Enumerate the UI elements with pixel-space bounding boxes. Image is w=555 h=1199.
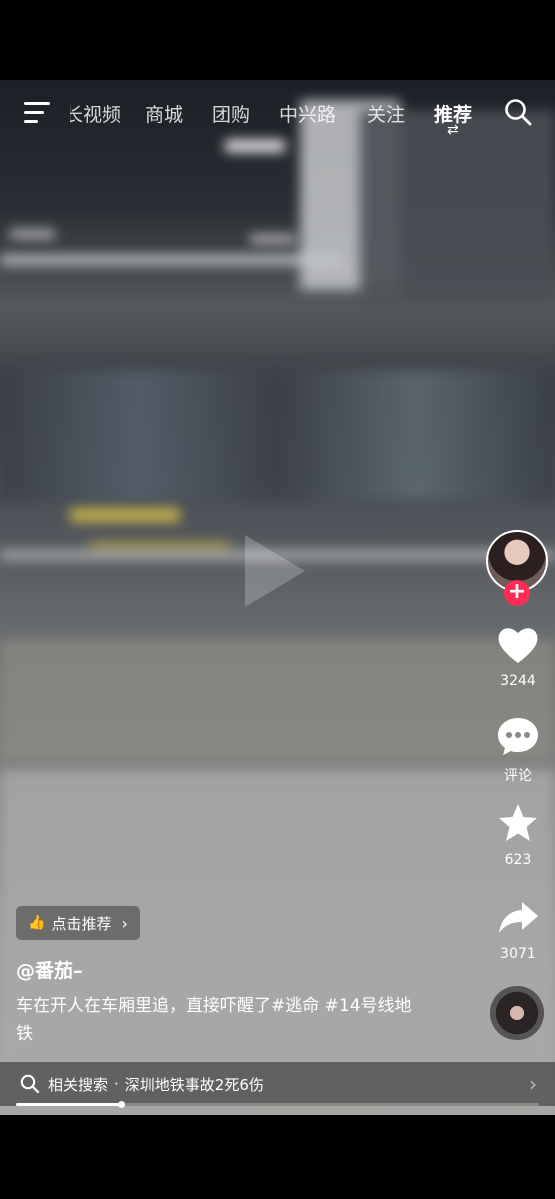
play-icon[interactable] <box>245 535 305 607</box>
progress-track[interactable] <box>16 1101 539 1108</box>
recommend-chip-label: 点击推荐 <box>51 914 112 933</box>
music-disc[interactable] <box>490 986 544 1040</box>
like-count: 3244 <box>500 673 536 689</box>
menu-icon[interactable] <box>24 102 50 124</box>
ceiling-light-2 <box>10 230 55 238</box>
favorite-count: 623 <box>504 852 532 868</box>
recommend-chip[interactable]: 👍 点击推荐 › <box>16 906 140 940</box>
tab-zhongxing-road[interactable]: 中兴路 <box>279 100 336 127</box>
ceiling-light-3 <box>250 235 295 243</box>
chevron-right-icon: › <box>121 913 128 933</box>
tab-following[interactable]: 关注 <box>367 100 405 127</box>
platform-wall <box>0 640 555 760</box>
progress-knob[interactable] <box>118 1101 125 1108</box>
comment-button[interactable]: 评论 <box>489 715 547 785</box>
star-icon <box>499 804 537 841</box>
share-count: 3071 <box>500 946 536 962</box>
related-search-label: 相关搜索 <box>48 1075 109 1094</box>
train-yellow-strip <box>70 508 180 522</box>
comment-label: 评论 <box>504 768 532 784</box>
heart-icon <box>498 628 538 663</box>
tab-mall[interactable]: 商城 <box>145 100 183 127</box>
train-window-band <box>0 370 555 500</box>
related-search-separator: · <box>114 1075 119 1093</box>
related-search-bar[interactable]: 相关搜索 · 深圳地铁事故2死6伤 › <box>0 1062 555 1106</box>
tab-long-video[interactable]: 长视频 <box>70 100 121 127</box>
train-yellow-strip-2 <box>90 542 230 550</box>
share-button[interactable]: 3071 <box>489 898 547 962</box>
follow-plus-button[interactable]: + <box>504 580 530 606</box>
tab-group-buy[interactable]: 团购 <box>212 100 250 127</box>
share-icon <box>499 902 538 933</box>
like-button[interactable]: 3244 <box>489 625 547 689</box>
video-description: 车在开人在车厢里追，直接吓醒了#逃命 #14号线地铁 <box>16 996 412 1044</box>
progress-fill <box>16 1103 121 1106</box>
author-name[interactable]: @番茄– <box>16 956 83 983</box>
ceiling-light-strip <box>0 255 340 265</box>
related-search-query: 深圳地铁事故2死6伤 <box>124 1075 264 1094</box>
search-icon[interactable] <box>504 98 532 126</box>
top-nav: 长视频 商城 团购 中兴路 关注 推荐 ⇄ <box>0 80 555 150</box>
search-icon <box>20 1074 40 1094</box>
chevron-right-icon: › <box>529 1072 537 1096</box>
comment-icon <box>498 718 538 755</box>
thumbs-up-icon: 👍 <box>28 915 46 931</box>
favorite-button[interactable]: 623 <box>489 802 547 868</box>
video-player[interactable]: 长视频 商城 团购 中兴路 关注 推荐 ⇄ + 3244 评论 623 3071… <box>0 80 555 1115</box>
switch-icon: ⇄ <box>447 122 459 138</box>
